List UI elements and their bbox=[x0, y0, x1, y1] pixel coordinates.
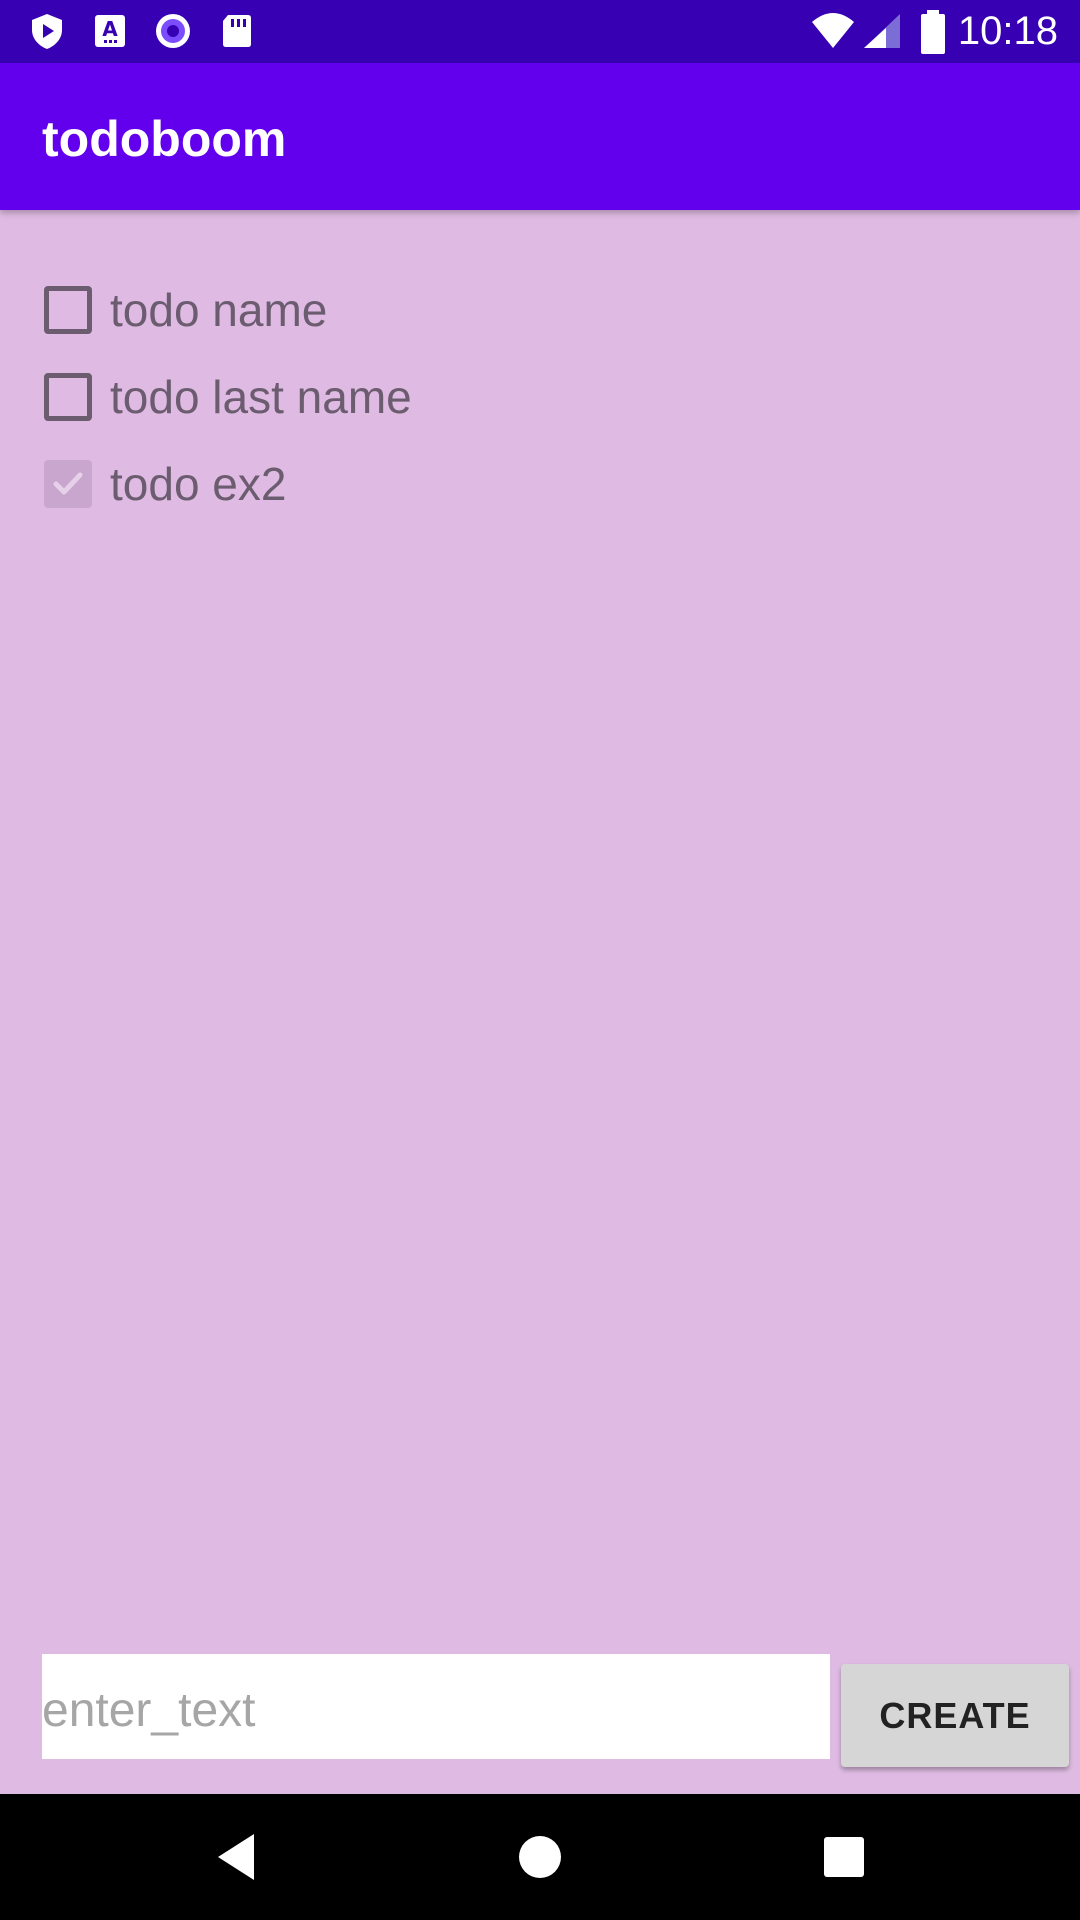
todo-label: todo ex2 bbox=[110, 458, 287, 510]
signal-icon bbox=[864, 14, 900, 48]
wifi-icon bbox=[812, 13, 854, 48]
checkbox-unchecked[interactable] bbox=[44, 286, 92, 334]
circle-record-icon bbox=[156, 14, 190, 48]
play-protect-icon bbox=[32, 14, 62, 49]
app-bar: todoboom bbox=[0, 63, 1080, 210]
list-item[interactable]: todo name bbox=[0, 266, 1080, 353]
todo-list: todo name todo last name todo ex2 bbox=[0, 266, 1080, 527]
status-bar: A 10:18 bbox=[0, 0, 1080, 63]
back-icon[interactable] bbox=[166, 1794, 306, 1920]
sd-card-icon bbox=[223, 15, 251, 47]
checkbox-unchecked[interactable] bbox=[44, 373, 92, 421]
list-item[interactable]: todo last name bbox=[0, 353, 1080, 440]
todo-label: todo name bbox=[110, 284, 328, 336]
font-a-icon: A bbox=[95, 15, 125, 47]
list-item[interactable]: todo ex2 bbox=[0, 440, 1080, 527]
recents-icon[interactable] bbox=[774, 1794, 914, 1920]
navigation-bar bbox=[0, 1794, 1080, 1920]
check-icon bbox=[53, 472, 83, 495]
checkbox-checked[interactable] bbox=[44, 460, 92, 508]
todo-text-input[interactable] bbox=[42, 1654, 830, 1759]
app-title: todoboom bbox=[42, 111, 287, 167]
svg-text:A: A bbox=[102, 17, 118, 41]
home-icon[interactable] bbox=[470, 1794, 610, 1920]
todo-label: todo last name bbox=[110, 371, 412, 423]
battery-icon bbox=[921, 10, 945, 54]
status-time: 10:18 bbox=[957, 9, 1058, 53]
create-button[interactable]: CREATE bbox=[841, 1664, 1069, 1767]
